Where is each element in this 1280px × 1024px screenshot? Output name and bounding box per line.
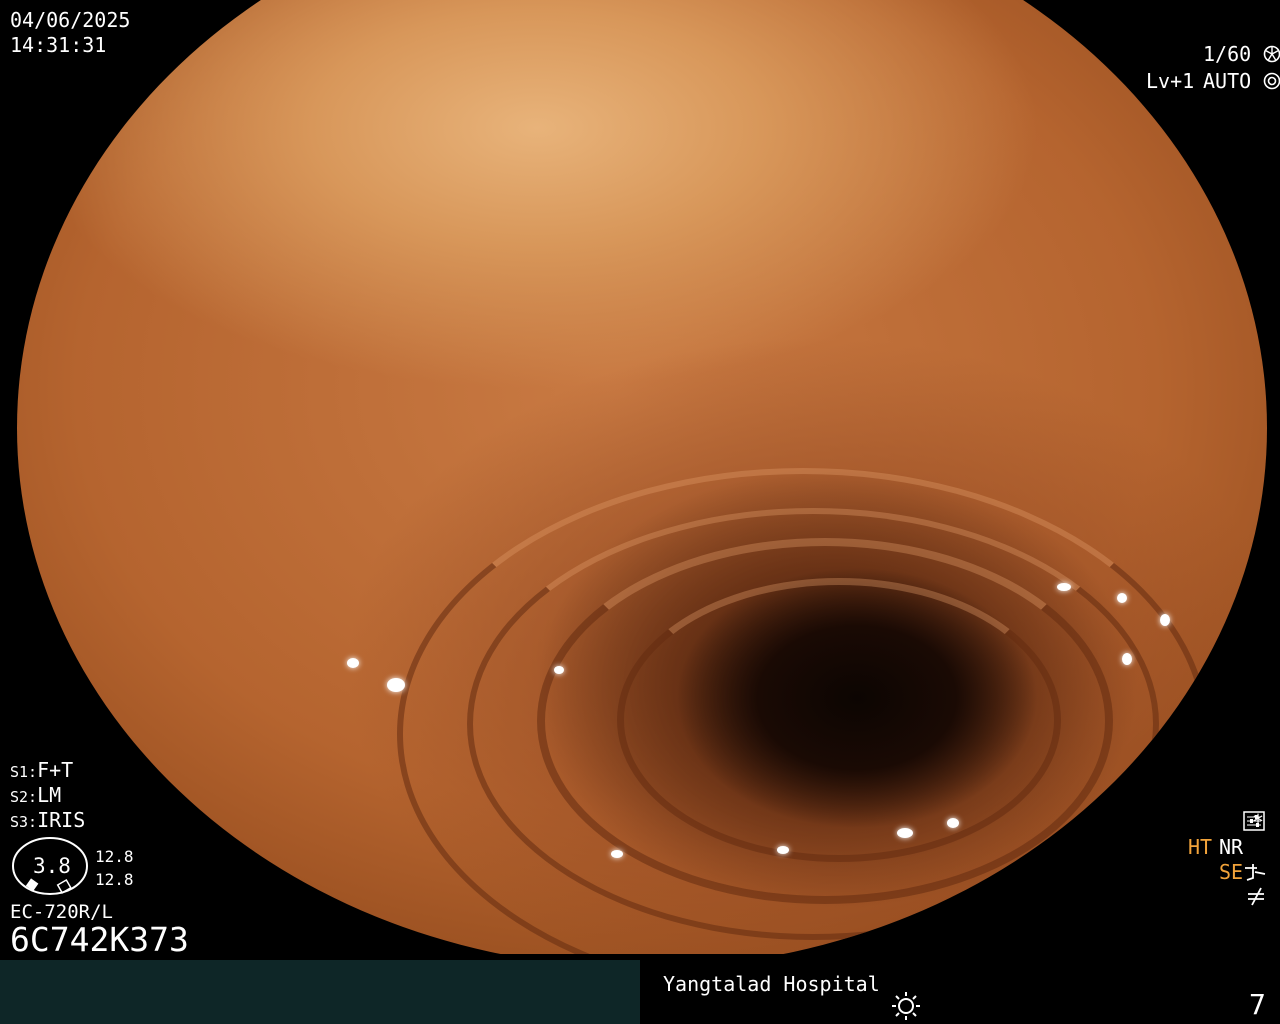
- scope-value-bottom: 12.8: [95, 870, 134, 889]
- light-reflection: [387, 678, 405, 692]
- setting-s2-value: LM: [37, 783, 62, 807]
- shutter-speed: 1/60: [1203, 42, 1280, 66]
- light-reflection: [611, 850, 623, 858]
- light-reflection: [947, 818, 959, 828]
- light-reflection: [347, 658, 359, 668]
- setting-s1-key: S1:: [10, 763, 38, 781]
- setting-s1-value: F+T: [37, 758, 74, 782]
- endoscopy-image: [17, 0, 1267, 954]
- mucosal-fold: [617, 578, 1061, 862]
- time-display: 14:31:31: [10, 33, 107, 57]
- light-reflection: [897, 828, 913, 838]
- hospital-name: Yangtalad Hospital: [663, 972, 880, 996]
- scope-diameter: 3.8: [33, 854, 71, 878]
- light-reflection: [554, 666, 564, 674]
- light-reflection: [1057, 583, 1071, 591]
- light-reflection: [1122, 653, 1132, 665]
- se-indicator: SE: [1219, 860, 1244, 884]
- setting-s3-key: S3:: [10, 813, 38, 831]
- settings-sliders-icon: [1243, 811, 1265, 831]
- scope-value-top: 12.8: [95, 847, 134, 866]
- nr-indicator: NR: [1219, 835, 1244, 859]
- setting-s3-value: IRIS: [37, 808, 86, 832]
- shutter-icon: [1263, 45, 1280, 63]
- light-reflection: [777, 846, 789, 854]
- footer-left-panel: [0, 960, 640, 1024]
- iris-icon: [1263, 72, 1280, 90]
- date-display: 04/06/2025: [10, 8, 131, 32]
- scope-serial: 6C742K373: [10, 920, 189, 959]
- setting-s1: S1:F+T: [10, 758, 73, 784]
- iris-mode: AUTO: [1203, 69, 1280, 93]
- light-source-icon: [892, 992, 920, 1020]
- not-equal-icon: [1248, 887, 1264, 906]
- shutter-value: 1/60: [1203, 42, 1252, 66]
- light-reflection: [1117, 593, 1127, 603]
- setting-s3: S3:IRIS: [10, 808, 85, 834]
- light-reflection: [1160, 614, 1170, 626]
- structure-enhance-icon: [1245, 864, 1266, 881]
- setting-s2-key: S2:: [10, 788, 38, 806]
- setting-s2: S2:LM: [10, 783, 61, 809]
- brightness-level: Lv+1: [1146, 69, 1195, 93]
- ht-indicator: HT: [1188, 835, 1213, 859]
- image-number: 7: [1249, 988, 1266, 1021]
- iris-mode-value: AUTO: [1203, 69, 1252, 93]
